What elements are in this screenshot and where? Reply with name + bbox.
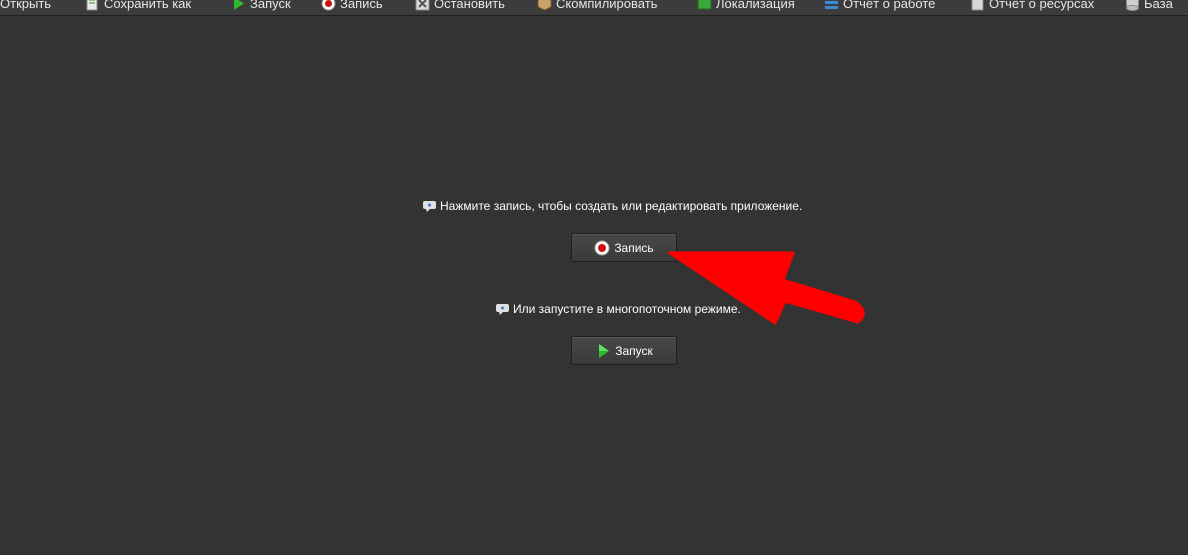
record-icon [321, 0, 336, 10]
play-icon [599, 343, 610, 358]
toolbar-stop-label: Остановить [434, 0, 505, 11]
record-icon [594, 240, 610, 255]
run-hint-text: Или запустите в многопоточном режиме. [513, 302, 741, 316]
resource-report-icon [971, 0, 984, 10]
toolbar-run-label: Запуск [250, 0, 291, 11]
toolbar-work-report-button[interactable]: Отчёт о работе [824, 0, 935, 13]
database-icon [1126, 0, 1139, 11]
run-button-label: Запуск [615, 343, 653, 358]
record-hint: Нажмите запись, чтобы создать или редакт… [422, 199, 802, 213]
toolbar-database-button[interactable]: База [1125, 0, 1173, 13]
toolbar-localization-button[interactable]: Локализация [697, 0, 795, 13]
run-hint: Или запустите в многопоточном режиме. [495, 302, 741, 316]
toolbar-work-report-label: Отчёт о работе [843, 0, 936, 11]
toolbar-resource-report-button[interactable]: Отчёт о ресурсах [970, 0, 1094, 13]
toolbar-open-label: Открыть [0, 0, 52, 11]
record-button[interactable]: Запись [571, 233, 677, 262]
toolbar-stop-button[interactable]: Остановить [415, 0, 505, 13]
speech-bubble-icon [496, 303, 509, 315]
toolbar-resource-report-label: Отчёт о ресурсах [989, 0, 1095, 11]
toolbar-compile-button[interactable]: Скомпилировать [537, 0, 657, 13]
record-button-label: Запись [614, 240, 654, 255]
toolbar-localization-label: Локализация [716, 0, 795, 11]
toolbar-run-button[interactable]: Запуск [231, 0, 291, 13]
toolbar: Открыть Сохранить как Запуск Запись Оста… [0, 0, 1188, 16]
toolbar-open-button[interactable]: Открыть [0, 0, 51, 13]
save-as-icon [86, 0, 98, 10]
toolbar-record-button[interactable]: Запись [321, 0, 383, 13]
toolbar-save-as-label: Сохранить как [104, 0, 192, 11]
toolbar-record-label: Запись [340, 0, 383, 11]
toolbar-database-label: База [1144, 0, 1173, 11]
record-hint-text: Нажмите запись, чтобы создать или редакт… [440, 199, 803, 213]
compile-icon [537, 0, 552, 11]
localization-icon [697, 0, 712, 9]
work-report-icon [825, 0, 838, 9]
main-panel: Нажмите запись, чтобы создать или редакт… [0, 16, 1188, 555]
run-button[interactable]: Запуск [571, 336, 677, 365]
play-icon [234, 0, 244, 10]
toolbar-compile-label: Скомпилировать [556, 0, 658, 11]
stop-icon [415, 0, 430, 10]
speech-bubble-icon [423, 200, 436, 212]
toolbar-save-as-button[interactable]: Сохранить как [85, 0, 191, 13]
